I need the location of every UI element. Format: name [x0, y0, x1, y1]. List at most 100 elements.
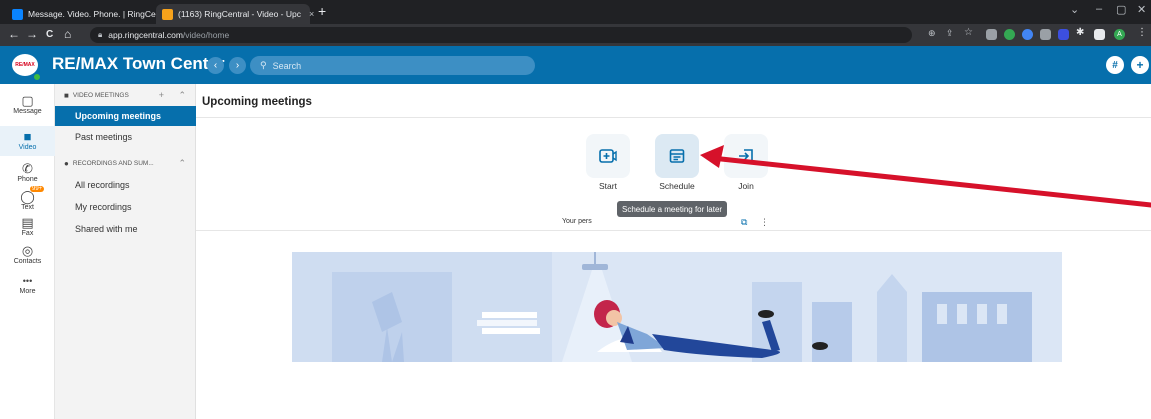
fax-icon: ▤	[21, 215, 34, 230]
rail-item-fax[interactable]: ▤ Fax	[0, 214, 55, 240]
schedule-icon	[655, 134, 699, 178]
action-label: Schedule	[659, 181, 695, 191]
extension-icon[interactable]	[1022, 29, 1033, 40]
sidebar-item-upcoming-meetings[interactable]: Upcoming meetings	[55, 106, 196, 126]
history-back-button[interactable]: ‹	[207, 57, 224, 74]
close-window-icon[interactable]: ✕	[1137, 3, 1146, 16]
reload-icon[interactable]: C	[46, 29, 53, 40]
divider	[196, 117, 1151, 118]
video-icon: ■	[23, 129, 32, 144]
chevron-up-icon[interactable]: ⌃	[178, 90, 186, 101]
app-header: RE/MAX RE/MAX Town Center ‹ › ⚲ Search #…	[0, 46, 1151, 84]
lock-icon: 🔒︎	[98, 30, 103, 39]
action-label: Start	[599, 181, 617, 191]
video-camera-icon: ■	[64, 90, 69, 100]
add-meeting-icon[interactable]: +	[159, 90, 164, 100]
sidebar-item-label: Shared with me	[75, 224, 138, 234]
back-arrow-icon[interactable]: ←	[8, 27, 20, 41]
divider	[196, 230, 1151, 231]
chevron-up-icon[interactable]: ⌃	[178, 158, 186, 169]
tab-close-icon[interactable]: ×	[309, 9, 314, 19]
history-forward-button[interactable]: ›	[229, 57, 246, 74]
rail-label: Text	[21, 204, 34, 211]
search-icon: ⚲	[260, 60, 267, 70]
schedule-meeting-button[interactable]: Schedule	[655, 134, 699, 191]
rail-label: Fax	[21, 230, 34, 237]
install-icon[interactable]: ⊕	[928, 28, 939, 39]
rail-label: Contacts	[13, 258, 42, 265]
search-placeholder: Search	[272, 60, 302, 71]
contacts-icon: ◎	[21, 243, 34, 258]
browser-menu-icon[interactable]: ⋮	[1137, 27, 1148, 38]
side-panel-icon[interactable]	[1094, 29, 1105, 40]
sidebar-item-label: All recordings	[75, 180, 130, 190]
sidebar-item-label: Upcoming meetings	[75, 111, 162, 121]
rail-item-more[interactable]: ••• More	[0, 272, 55, 298]
bookmark-star-icon[interactable]: ☆	[964, 27, 975, 38]
more-icon: •••	[22, 276, 33, 286]
extensions-puzzle-icon[interactable]: ✱	[1076, 27, 1087, 38]
start-icon	[586, 134, 630, 178]
rail-item-contacts[interactable]: ◎ Contacts	[0, 242, 55, 268]
reading-person-illustration	[292, 252, 1062, 362]
page-title: Upcoming meetings	[202, 96, 312, 108]
sidebar-item-shared-with-me[interactable]: Shared with me	[55, 219, 196, 239]
profile-avatar[interactable]: A	[1114, 29, 1125, 40]
add-button[interactable]: +	[1131, 56, 1149, 74]
join-icon	[724, 134, 768, 178]
rail-label: Message	[13, 108, 42, 115]
section-title: VIDEO MEETINGS	[72, 91, 129, 99]
rail-item-text[interactable]: ◯ Text 99+	[0, 186, 55, 214]
company-name: RE/MAX Town Center	[52, 54, 225, 73]
personal-meeting-id-text: Your pers	[562, 218, 592, 225]
recordings-section-header[interactable]: ● RECORDINGS AND SUM... ⌃	[55, 154, 196, 172]
video-meetings-section-header[interactable]: ■ VIDEO MEETINGS + ⌃	[55, 86, 196, 104]
main-content: Upcoming meetings Start Schedule Join Yo…	[196, 84, 1151, 419]
url-path: /video/home	[182, 30, 230, 40]
rail-item-video[interactable]: ■ Video	[0, 126, 55, 156]
more-options-icon[interactable]: ⋮	[760, 217, 769, 228]
tab-search-icon[interactable]: ⌄	[1070, 3, 1079, 16]
logo-text: RE/MAX	[15, 62, 35, 68]
browser-tab-bar: Message. Video. Phone. | RingCe × (1163)…	[0, 0, 1151, 24]
text-icon: ◯	[20, 189, 35, 204]
rail-item-message[interactable]: ▢ Message	[0, 90, 55, 122]
dialpad-button[interactable]: #	[1106, 56, 1124, 74]
forward-arrow-icon[interactable]: →	[26, 27, 38, 41]
minimize-icon[interactable]: –	[1096, 3, 1102, 15]
phone-icon: ✆	[22, 161, 33, 176]
extension-icon[interactable]	[1040, 29, 1051, 40]
left-nav-rail: ▢ Message ■ Video ✆ Phone ◯ Text 99+ ▤ F…	[0, 84, 55, 419]
sidebar-item-my-recordings[interactable]: My recordings	[55, 197, 196, 217]
home-icon[interactable]: ⌂	[64, 27, 71, 41]
extension-icon[interactable]	[1004, 29, 1015, 40]
rail-label: Video	[18, 144, 37, 151]
presence-status-icon	[33, 73, 41, 81]
start-meeting-button[interactable]: Start	[586, 134, 630, 191]
action-label: Join	[738, 181, 754, 191]
maximize-icon[interactable]: ▢	[1116, 3, 1126, 16]
unread-badge: 99+	[30, 186, 45, 192]
copy-icon[interactable]: ⧉	[741, 217, 747, 228]
sidebar-item-label: Past meetings	[75, 132, 133, 142]
url-input[interactable]: 🔒︎ app.ringcentral.com/video/home	[90, 27, 912, 43]
join-meeting-button[interactable]: Join	[724, 134, 768, 191]
rail-label: More	[19, 288, 36, 295]
browser-tab-video[interactable]: (1163) RingCentral - Video - Upc ×	[156, 4, 314, 24]
url-host: app.ringcentral.com	[108, 30, 183, 40]
search-input[interactable]: ⚲ Search	[250, 56, 535, 75]
extension-icon[interactable]	[986, 29, 997, 40]
new-tab-button[interactable]: +	[318, 3, 326, 19]
share-icon[interactable]: ⇪	[946, 28, 957, 39]
sidebar-item-all-recordings[interactable]: All recordings	[55, 175, 196, 195]
tab-title: (1163) RingCentral - Video - Upc	[178, 9, 301, 19]
rail-item-phone[interactable]: ✆ Phone	[0, 160, 55, 188]
sidebar-item-past-meetings[interactable]: Past meetings	[55, 127, 196, 147]
message-icon: ▢	[21, 93, 34, 108]
section-title: RECORDINGS AND SUM...	[72, 159, 154, 167]
extension-icon[interactable]	[1058, 29, 1069, 40]
browser-tab-message[interactable]: Message. Video. Phone. | RingCe ×	[6, 4, 169, 24]
rail-label: Phone	[17, 176, 38, 183]
ringcentral-favicon-icon	[12, 8, 23, 20]
recording-icon: ●	[64, 158, 69, 168]
